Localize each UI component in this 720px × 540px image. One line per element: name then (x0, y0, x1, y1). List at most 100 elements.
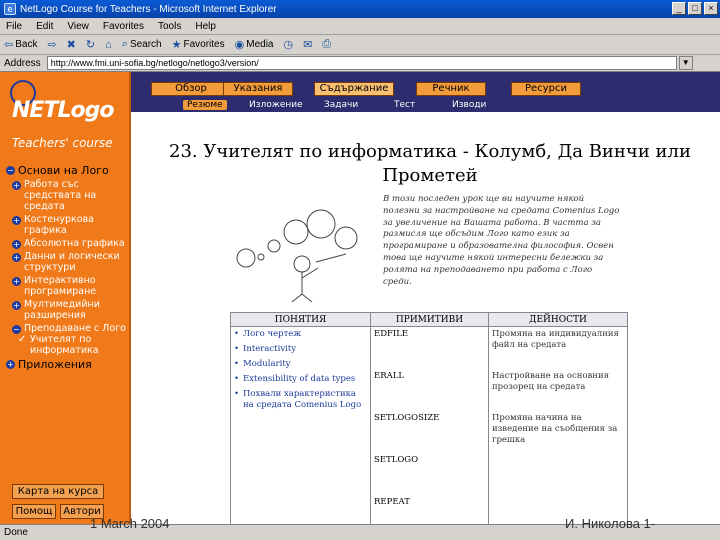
back-button[interactable]: ⇦ Back (4, 38, 37, 51)
menu-tools[interactable]: Tools (158, 21, 181, 32)
toolbar: ⇦ Back ⇨ ✖ ↻ ⌂ ⌕ Search ★ Favorites ◉ Media … (0, 35, 720, 55)
concept-item[interactable]: • Лого чертеж (234, 329, 367, 340)
sidebar-item-interactive[interactable]: + Интерактивно програмиране (12, 275, 128, 297)
forward-icon: ⇨ (47, 39, 57, 51)
tab-glossary[interactable]: Речник (416, 82, 486, 96)
footer-author: И. Николова 1- (565, 516, 656, 531)
refresh-button[interactable]: ↻ (86, 38, 95, 51)
sidebar-item-data-structures[interactable]: + Данни и логически структури (12, 251, 128, 273)
sidebar-item-label: Работа със средствата на средата (24, 179, 97, 212)
thinking-teacher-illustration (236, 209, 358, 302)
sidebar-item-label: Данни и логически структури (24, 251, 120, 273)
search-label: Search (129, 39, 162, 50)
col-header-concepts: ПОНЯТИЯ (230, 312, 371, 327)
print-button[interactable]: ⎙ (322, 38, 331, 51)
concept-item[interactable]: • Похвали характеристика на средата Comen… (234, 389, 367, 411)
sidebar-item-environment[interactable]: + Работа със средствата на средата (12, 179, 128, 212)
activities-cell: Промяна на индивидуалния файл на средата… (488, 326, 628, 540)
subtab-summary[interactable]: Резюме (183, 100, 227, 110)
check-icon: ✓ (18, 334, 27, 345)
refresh-icon: ↻ (85, 39, 96, 51)
expand-icon: + (12, 240, 21, 249)
collapse-icon: − (12, 325, 21, 334)
col-header-primitives: ПРИМИТИВИ (370, 312, 489, 327)
menu-favorites[interactable]: Favorites (103, 21, 144, 32)
primitive-item: EDFILE (374, 329, 409, 339)
expand-icon: + (12, 277, 21, 286)
media-icon: ◉ (234, 39, 245, 51)
menu-view[interactable]: View (67, 21, 89, 32)
concept-link[interactable]: Modularity (243, 359, 291, 370)
sidebar-nav: − Основи на Лого + Работа със средствата… (6, 162, 128, 371)
history-button[interactable]: ◷ (283, 38, 293, 51)
menu-file[interactable]: File (6, 21, 22, 32)
search-button[interactable]: ⌕ Search (122, 38, 162, 51)
favorites-button[interactable]: ★ Favorites (172, 38, 225, 51)
subtab-test[interactable]: Тест (394, 100, 415, 110)
forward-button[interactable]: ⇨ (47, 38, 56, 51)
tab-instructions[interactable]: Указания (223, 82, 293, 96)
home-button[interactable]: ⌂ (105, 39, 112, 51)
address-dropdown-button[interactable]: ▼ (678, 56, 693, 70)
activity-item: Промяна начина на изведение на съобщения… (492, 413, 618, 445)
subtab-conclusions[interactable]: Изводи (452, 100, 486, 110)
media-label: Media (246, 39, 274, 50)
footer-date: 1 March 2004 (90, 516, 170, 531)
sidebar-item-turtle-graphics[interactable]: + Костенуркова графика (12, 214, 128, 236)
subtab-tasks[interactable]: Задачи (324, 100, 358, 110)
menu-edit[interactable]: Edit (36, 21, 53, 32)
sidebar-item-label: Абсолютна графика (24, 238, 125, 249)
menu-help[interactable]: Help (195, 21, 216, 32)
close-button[interactable]: × (704, 2, 718, 15)
expand-icon: + (12, 216, 21, 225)
subtab-exposition[interactable]: Изложение (249, 100, 303, 110)
address-bar: Address http://www.fmi.uni-sofia.bg/netl… (0, 55, 720, 72)
netlogo-logo: NETLogo (8, 76, 123, 128)
expand-icon: + (12, 181, 21, 190)
star-icon: ★ (171, 39, 182, 51)
activity-item: Настройване на основния прозорец на сред… (492, 371, 609, 392)
concept-link[interactable]: Лого чертеж (243, 329, 301, 340)
sidebar-item-absolute-graphics[interactable]: + Абсолютна графика (12, 238, 128, 249)
concepts-cell: • Лого чертеж • Interactivity • Modularity … (230, 326, 371, 540)
expand-icon: + (6, 360, 15, 369)
sidebar-item-logo-basics[interactable]: − Основи на Лого (6, 164, 128, 177)
address-input[interactable]: http://www.fmi.uni-sofia.bg/netlogo/netl… (46, 56, 677, 70)
sidebar-item-applications[interactable]: + Приложения (6, 358, 128, 371)
sidebar-item-teacher[interactable]: ✓ Учителят по информатика (18, 334, 128, 356)
primitive-item: SETLOGOSIZE (374, 413, 440, 423)
maximize-button[interactable]: □ (688, 2, 702, 15)
course-map-button[interactable]: Карта на курса (12, 484, 104, 499)
page-title: 23. Учителят по информатика - Колумб, Да… (169, 141, 691, 186)
minimize-button[interactable]: _ (672, 2, 686, 15)
stop-button[interactable]: ✖ (67, 38, 76, 51)
concept-link[interactable]: Interactivity (243, 344, 296, 355)
lesson-table: ПОНЯТИЯ ПРИМИТИВИ ДЕЙНОСТИ • Лого чертеж … (230, 312, 628, 540)
concept-item[interactable]: • Modularity (234, 359, 367, 370)
concept-item[interactable]: • Extensibility of data types (234, 374, 367, 385)
media-button[interactable]: ◉ Media (235, 38, 274, 51)
concept-link[interactable]: Похвали характеристика на средата Comeni… (243, 389, 367, 411)
tab-resources[interactable]: Ресурси (511, 82, 581, 96)
sidebar-item-label: Интерактивно програмиране (24, 275, 97, 297)
sidebar-item-label: Мултимедийни разширения (24, 299, 100, 321)
back-label: Back (15, 39, 38, 50)
favorites-label: Favorites (183, 39, 225, 50)
status-text: Done (4, 527, 28, 538)
expand-icon: + (12, 253, 21, 262)
concept-link[interactable]: Extensibility of data types (243, 374, 355, 385)
history-icon: ◷ (283, 39, 294, 51)
primitive-item: SETLOGO (374, 455, 419, 465)
sidebar-item-label: Учителят по информатика (30, 334, 99, 356)
expand-icon: + (12, 301, 21, 310)
logo-text: NETLogo (12, 98, 114, 123)
tab-overview[interactable]: Обзор (151, 82, 231, 96)
sidebar-item-multimedia[interactable]: + Мултимедийни разширения (12, 299, 128, 321)
tab-contents[interactable]: Съдържание (314, 82, 394, 96)
help-button[interactable]: Помощ (12, 504, 56, 519)
concept-item[interactable]: • Interactivity (234, 344, 367, 355)
sidebar-item-teaching[interactable]: − Преподаване с Лого (12, 323, 128, 334)
window-title: NetLogo Course for Teachers - Microsoft … (20, 3, 277, 15)
search-icon: ⌕ (121, 38, 128, 50)
mail-button[interactable]: ✉ (303, 38, 312, 51)
